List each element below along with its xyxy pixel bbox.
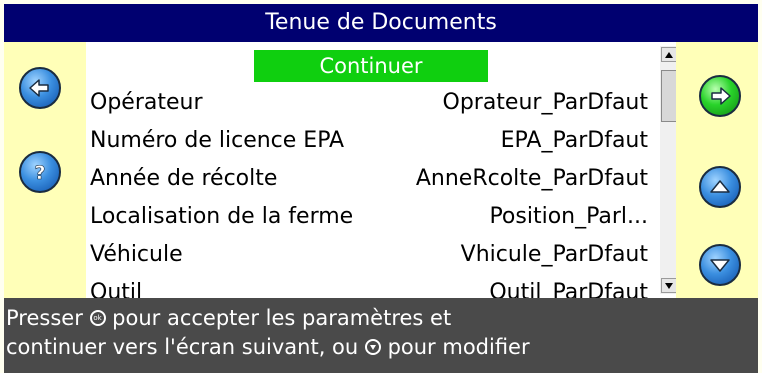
row-label: Année de récolte [90, 165, 278, 191]
arrow-left-icon [29, 79, 49, 97]
arrow-down-icon [710, 259, 730, 272]
row-label: Outil [90, 279, 143, 299]
list-item-operator[interactable]: Opérateur Oprateur_ParDfaut [90, 83, 650, 121]
settings-list: Continuer Opérateur Oprateur_ParDfaut Nu… [86, 42, 676, 298]
continue-button[interactable]: Continuer [254, 50, 488, 82]
row-value: Oprateur_ParDfaut [442, 89, 649, 115]
list-item-tool[interactable]: Outil Outil_ParDfaut [90, 273, 650, 299]
scroll-down-button[interactable] [661, 278, 676, 293]
row-label: Opérateur [90, 89, 203, 115]
down-circle-icon [364, 339, 381, 355]
list-item-vehicle[interactable]: Véhicule Vhicule_ParDfaut [90, 235, 650, 273]
list-scrollbar[interactable] [660, 46, 676, 294]
instruction-bar: Presser pour accepter les paramètres et … [4, 298, 758, 373]
scroll-up-button[interactable] [661, 47, 676, 62]
row-value: Position_Parl... [489, 203, 648, 229]
row-value: AnneRcolte_ParDfaut [415, 165, 648, 191]
list-item-epa-license[interactable]: Numéro de licence EPA EPA_ParDfaut [90, 121, 650, 159]
right-button-panel [676, 42, 758, 298]
list-item-farm-location[interactable]: Localisation de la ferme Position_Parl..… [90, 197, 650, 235]
scroll-up-nav-button[interactable] [699, 166, 741, 208]
row-label: Numéro de licence EPA [90, 127, 345, 153]
next-button[interactable] [699, 75, 741, 117]
arrow-up-icon [710, 180, 730, 193]
help-button[interactable]: ? [19, 151, 61, 193]
instruction-line-1: Presser pour accepter les paramètres et [6, 304, 758, 333]
row-value: Outil_ParDfaut [489, 279, 648, 299]
ok-icon [89, 310, 106, 326]
instruction-line-2: continuer vers l'écran suivant, ou pour … [6, 335, 530, 359]
scrollbar-thumb[interactable] [661, 70, 676, 122]
scroll-down-nav-button[interactable] [699, 244, 741, 286]
page-title: Tenue de Documents [4, 4, 758, 42]
back-button[interactable] [19, 67, 61, 109]
row-value: EPA_ParDfaut [500, 127, 648, 153]
left-button-panel: ? [4, 42, 86, 298]
row-value: Vhicule_ParDfaut [460, 241, 648, 267]
row-label: Véhicule [90, 241, 183, 267]
svg-text:?: ? [34, 162, 45, 184]
list-item-harvest-year[interactable]: Année de récolte AnneRcolte_ParDfaut [90, 159, 650, 197]
row-label: Localisation de la ferme [90, 203, 354, 229]
arrow-right-icon [711, 87, 731, 105]
triangle-down-icon [665, 282, 673, 289]
question-mark-icon: ? [34, 162, 46, 185]
triangle-up-icon [665, 51, 673, 58]
record-keeping-screen: Tenue de Documents ? Continuer Opérateur… [0, 0, 762, 373]
